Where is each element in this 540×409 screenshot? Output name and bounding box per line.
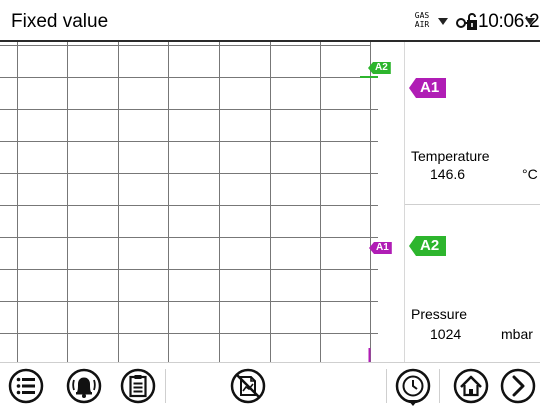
gas-dropdown-chevron-icon[interactable] bbox=[438, 18, 448, 25]
gas-air-indicator[interactable]: GAS AIR bbox=[414, 11, 430, 29]
air-label: AIR bbox=[414, 20, 430, 29]
gas-label: GAS bbox=[414, 11, 430, 20]
header-bar: Fixed value GAS AIR 10:06:23 bbox=[0, 0, 540, 42]
chart-export-disabled-icon[interactable] bbox=[228, 366, 268, 406]
channel-tag-a1: A1 bbox=[409, 78, 447, 98]
trend-chart: A2 A1 bbox=[0, 42, 404, 362]
page-title: Fixed value bbox=[11, 11, 109, 32]
alarm-bell-icon[interactable] bbox=[64, 366, 104, 406]
channel-panel: A1 Temperature 146.6 °C A2 Pressure 1024… bbox=[404, 42, 540, 362]
footer-toolbar bbox=[0, 362, 540, 409]
home-icon[interactable] bbox=[451, 366, 491, 406]
next-arrow-icon[interactable] bbox=[498, 366, 538, 406]
menu-list-icon[interactable] bbox=[6, 366, 46, 406]
chart-grid bbox=[0, 42, 378, 362]
key-lock-icon[interactable] bbox=[456, 13, 478, 31]
toolbar-separator bbox=[386, 369, 387, 403]
channel-value-temperature: 146.6 bbox=[430, 166, 466, 182]
time-dropdown-chevron-icon[interactable] bbox=[525, 18, 535, 25]
channel-unit-pressure: mbar bbox=[501, 326, 533, 342]
clipboard-list-icon[interactable] bbox=[118, 366, 158, 406]
channel-value-pressure: 1024 bbox=[430, 326, 462, 342]
toolbar-separator bbox=[165, 369, 166, 403]
channel-name-temperature: Temperature bbox=[411, 148, 490, 164]
clock-timer-icon[interactable] bbox=[393, 366, 433, 406]
channel-divider bbox=[405, 204, 540, 205]
toolbar-separator bbox=[439, 369, 440, 403]
channel-unit-temperature: °C bbox=[522, 166, 538, 182]
channel-tag-a2: A2 bbox=[409, 236, 447, 256]
channel-name-pressure: Pressure bbox=[411, 306, 468, 322]
